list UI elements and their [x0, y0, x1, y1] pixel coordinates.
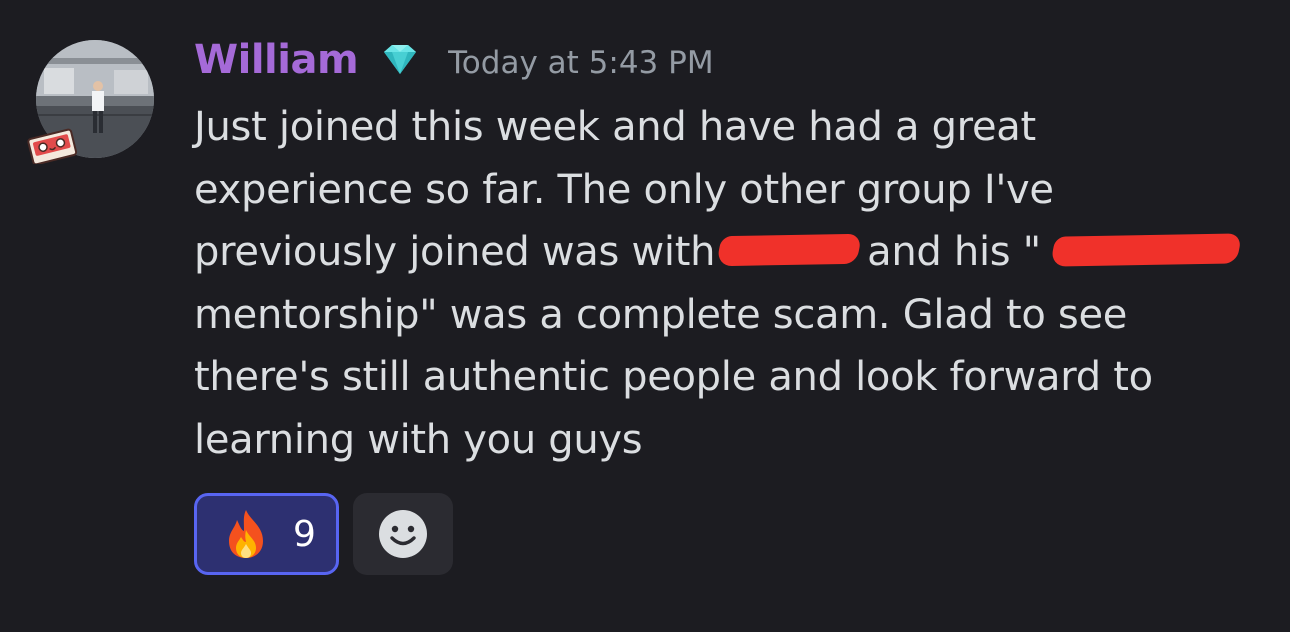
message-line: Just joined this week and have had a gre…: [194, 96, 1254, 159]
message-timestamp: Today at 5:43 PM: [448, 45, 714, 81]
message-line: experience so far. The only other group …: [194, 159, 1254, 222]
message-text: and his ": [867, 229, 1041, 275]
smile-icon: [378, 509, 428, 559]
message-header: William Today at 5:43 PM: [194, 34, 714, 86]
fire-icon: [223, 508, 269, 560]
redaction-mark: [1049, 233, 1243, 267]
author-name[interactable]: William: [194, 37, 359, 83]
cassette-icon: [26, 128, 78, 166]
message-content: Just joined this week and have had a gre…: [194, 96, 1254, 471]
message-line: learning with you guys: [194, 409, 1254, 472]
redaction-mark: [715, 233, 863, 267]
avatar[interactable]: [27, 40, 156, 166]
message-text: mentorship" was a complete scam. Glad to…: [194, 291, 1128, 338]
message-line: mentorship" was a complete scam. Glad to…: [194, 284, 1254, 347]
message-text: Just joined this week and have had a gre…: [194, 104, 1036, 150]
message-text: experience so far. The only other group …: [194, 166, 1054, 213]
message-line: there's still authentic people and look …: [194, 346, 1254, 409]
reaction-fire[interactable]: 9: [194, 493, 339, 575]
chat-message: William Today at 5:43 PM Just joined thi…: [0, 0, 1290, 632]
reaction-count: 9: [293, 513, 316, 555]
message-text: previously joined was with: [194, 229, 716, 275]
add-reaction-button[interactable]: [353, 493, 453, 575]
gem-icon[interactable]: [378, 42, 422, 78]
message-line: previously joined was with and his ": [194, 221, 1254, 284]
message-text: there's still authentic people and look …: [194, 354, 1153, 400]
message-text: learning with you guys: [194, 416, 643, 463]
reactions-bar: 9: [194, 493, 453, 575]
